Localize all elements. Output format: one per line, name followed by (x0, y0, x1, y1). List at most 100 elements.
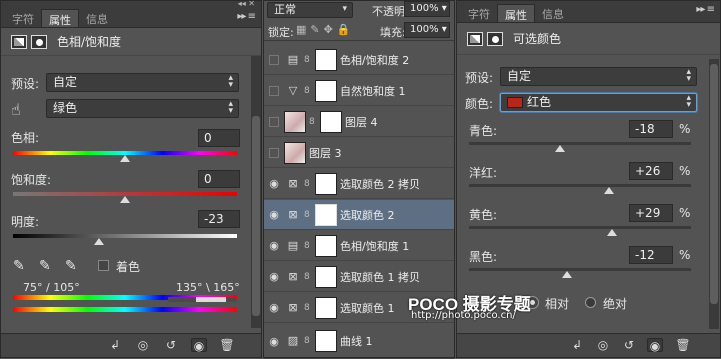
collapse-icon[interactable]: ◂◂ ✕ (238, 0, 255, 8)
black-slider-track[interactable] (469, 268, 691, 271)
color-dropdown[interactable]: 红色 ▴ ▾ (500, 93, 697, 112)
channel-dropdown[interactable]: 绿色 ▴ ▾ (46, 99, 239, 118)
visibility-eye-icon[interactable]: ◉ (264, 177, 284, 190)
preset-dropdown[interactable]: 自定 ▴ ▾ (500, 67, 697, 86)
yellow-input[interactable]: +29 (629, 204, 673, 222)
selective-color-icon: ⊠ (288, 176, 298, 190)
adjustment-icon (467, 31, 483, 46)
reset-icon[interactable]: ↺ (163, 338, 179, 352)
layer-mask-thumbnail (315, 265, 337, 288)
curves-icon: ▨ (287, 334, 299, 347)
clip-to-layer-icon[interactable]: ↲ (107, 338, 123, 352)
scrollbar[interactable] (251, 56, 261, 328)
layer-name: 色相/饱和度 1 (340, 239, 410, 253)
layer-row[interactable]: ▤ 8 色相/饱和度 2 (264, 45, 454, 75)
color-label: 颜色: (465, 97, 494, 111)
layer-row-selected[interactable]: ◉ ⊠ 8 选取颜色 2 (264, 200, 454, 230)
visibility-eye-icon[interactable]: ◉ (264, 335, 284, 348)
layer-mask-thumbnail (315, 79, 337, 102)
visibility-eye-icon[interactable]: ◉ (264, 239, 284, 252)
magenta-input[interactable]: +26 (629, 162, 673, 180)
visibility-eye-icon[interactable]: ◉ (264, 208, 284, 221)
layer-row[interactable]: ◉ ⊠ 8 选取颜色 1 拷贝 (264, 262, 454, 292)
layer-row[interactable]: ◉ ▨ 8 曲线 1 (264, 324, 454, 359)
tab-info[interactable]: 信息 (79, 9, 115, 27)
panel-menu-icon[interactable]: ▸▸ ≡ (237, 11, 256, 22)
lightness-slider-track[interactable] (13, 234, 237, 238)
cyan-slider-track[interactable] (469, 142, 691, 145)
visibility-toggle[interactable] (269, 54, 279, 65)
opacity-input[interactable]: 100% ▾ (404, 1, 450, 17)
magenta-slider-thumb[interactable] (603, 187, 614, 194)
clip-to-layer-icon[interactable]: ↲ (569, 338, 585, 352)
yellow-slider-track[interactable] (469, 226, 691, 229)
view-previous-icon[interactable]: ◎ (595, 338, 611, 352)
saturation-input[interactable]: 0 (198, 170, 240, 188)
layer-row[interactable]: ◉ ⊠ 8 选取颜色 2 拷贝 (264, 169, 454, 199)
absolute-label: 绝对 (603, 297, 628, 311)
fill-input[interactable]: 100% ▾ (404, 22, 450, 38)
relative-label: 相对 (545, 297, 570, 311)
layer-mask-thumbnail (315, 296, 337, 319)
blend-mode-dropdown[interactable]: 正常 ▾ (267, 2, 353, 18)
cyan-input[interactable]: -18 (629, 120, 673, 138)
eyedropper-subtract-icon[interactable]: ✎ (65, 258, 77, 274)
panel-menu-icon[interactable]: ▸▸ ≡ (696, 4, 715, 15)
layer-row[interactable]: ▽ 8 自然饱和度 1 (264, 76, 454, 106)
range-bottom-bar (13, 307, 237, 312)
black-label: 黑色: (469, 250, 498, 264)
black-input[interactable]: -12 (629, 246, 673, 264)
link-icon: 8 (304, 240, 310, 251)
scrollbar[interactable] (709, 59, 719, 329)
visibility-eye-icon[interactable]: ◉ (264, 301, 284, 314)
preset-dropdown[interactable]: 自定 ▴ ▾ (46, 73, 239, 92)
hand-tool-icon[interactable]: ☝ (11, 100, 21, 119)
eyedropper-add-icon[interactable]: ✎ (39, 258, 51, 274)
layer-row[interactable]: ◉ ▤ 8 色相/饱和度 1 (264, 231, 454, 261)
lock-label: 锁定: (268, 26, 294, 39)
magenta-slider-track[interactable] (469, 184, 691, 187)
view-previous-icon[interactable]: ◎ (135, 338, 151, 352)
absolute-radio[interactable] (585, 297, 596, 308)
cyan-slider-thumb[interactable] (555, 145, 566, 152)
fill-label: 填充: (380, 26, 406, 39)
hue-slider-thumb[interactable] (120, 155, 130, 162)
layer-mask-thumbnail (315, 203, 337, 226)
reset-icon[interactable]: ↺ (621, 338, 637, 352)
eyedropper-icon[interactable]: ✎ (13, 258, 25, 274)
link-icon: 8 (304, 271, 310, 282)
visibility-toggle[interactable] (269, 116, 279, 127)
tab-properties[interactable]: 属性 (497, 4, 535, 22)
layer-row[interactable]: 图层 3 (264, 138, 454, 168)
saturation-slider-thumb[interactable] (120, 196, 130, 203)
yellow-slider-thumb[interactable] (607, 229, 618, 236)
layer-row[interactable]: 8 图层 4 (264, 107, 454, 137)
visibility-toggle[interactable] (269, 147, 279, 158)
delete-icon[interactable]: 🗑 (219, 338, 235, 352)
range-selector-center[interactable] (196, 297, 226, 302)
colorize-checkbox[interactable] (98, 260, 109, 271)
visibility-eye-icon[interactable]: ◉ (191, 338, 207, 353)
layer-mask-thumbnail (315, 172, 337, 195)
mask-icon[interactable] (31, 34, 47, 49)
layer-name: 图层 4 (345, 115, 378, 129)
lock-icons[interactable]: ▦✎✥🔒 (296, 23, 355, 36)
tab-character[interactable]: 字符 (461, 4, 497, 22)
visibility-eye-icon[interactable]: ◉ (647, 338, 663, 353)
visibility-toggle[interactable] (269, 85, 279, 96)
lightness-slider-thumb[interactable] (94, 238, 104, 245)
black-slider-thumb[interactable] (561, 271, 572, 278)
selective-color-icon: ⊠ (288, 207, 298, 221)
color-swatch (507, 97, 523, 108)
mask-icon[interactable] (487, 31, 503, 46)
hue-input[interactable]: 0 (198, 129, 240, 147)
tab-info[interactable]: 信息 (535, 4, 571, 22)
lightness-input[interactable]: -23 (198, 210, 240, 228)
visibility-eye-icon[interactable]: ◉ (264, 270, 284, 283)
tab-properties[interactable]: 属性 (41, 9, 79, 27)
layer-mask-thumbnail (315, 330, 337, 352)
link-icon: 8 (304, 85, 310, 96)
hue-label: 色相: (11, 131, 40, 145)
delete-icon[interactable]: 🗑 (675, 338, 691, 352)
tab-character[interactable]: 字符 (5, 9, 41, 27)
